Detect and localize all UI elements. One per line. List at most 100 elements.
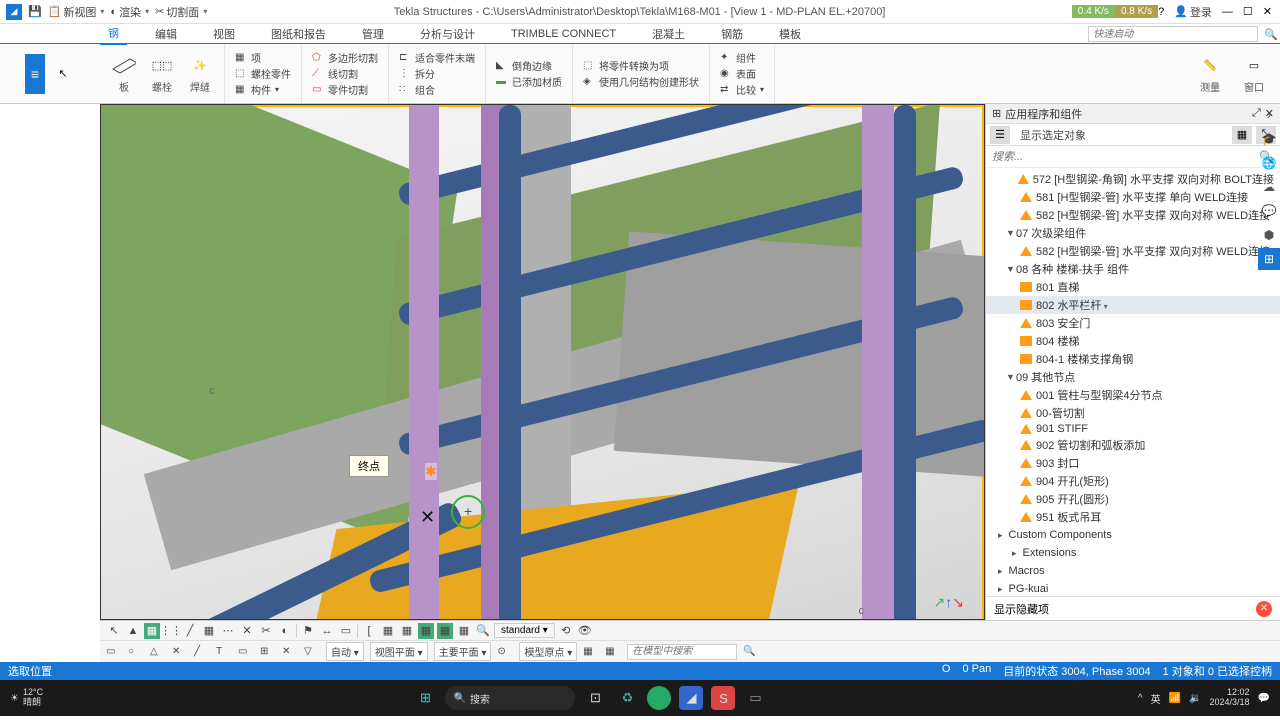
material-added-button[interactable]: ▬已添加材质 [496, 74, 562, 89]
tree-item[interactable]: 905 开孔(圆形) [986, 490, 1280, 508]
tree-item[interactable]: 00-管切割 [986, 404, 1280, 422]
component-button[interactable]: ✦组件 [720, 50, 764, 65]
tool-rect[interactable]: ▦ [144, 623, 160, 639]
bolt-part-button[interactable]: ⬚螺栓零件 [235, 66, 291, 81]
tray-clock[interactable]: 12:022024/3/18 [1210, 688, 1250, 708]
tree-item[interactable]: 804-1 楼梯支撑角钢 [986, 350, 1280, 368]
tool-grid[interactable]: ▦ [201, 623, 217, 639]
tree-item[interactable]: 804 楼梯 [986, 332, 1280, 350]
tool-more5[interactable]: ▦ [380, 623, 396, 639]
rail-chat-icon[interactable]: 💬 [1258, 200, 1280, 222]
tree-item[interactable]: 572 [H型钢梁-角钢] 水平支撑 双向对称 BOLT连接 [986, 170, 1280, 188]
convert-item-button[interactable]: ⬚将零件转换为项 [583, 58, 699, 73]
chamfer-button[interactable]: ◣倒角边缘 [496, 58, 562, 73]
weld-button[interactable]: ✨焊缝 [188, 54, 212, 94]
minimize-icon[interactable]: — [1222, 6, 1233, 18]
tool-more6[interactable]: ▦ [399, 623, 415, 639]
tool-more8[interactable]: ⟲ [558, 623, 574, 639]
tab-steel[interactable]: 钢 [100, 23, 127, 45]
show-selected-label[interactable]: 显示选定对象 [1014, 127, 1092, 143]
rail-globe-icon[interactable]: 🌐 [1258, 152, 1280, 174]
shape-more4[interactable]: ▽ [304, 646, 320, 657]
rail-components-icon[interactable]: ⊞ [1258, 248, 1280, 270]
tree-item[interactable]: 001 管柱与型钢梁4分节点 [986, 386, 1280, 404]
panel-search-input[interactable] [992, 151, 1259, 163]
tree-item[interactable]: ▼07 次级梁组件 [986, 224, 1280, 242]
tool-eye[interactable]: 👁 [577, 623, 593, 639]
fit-end-button[interactable]: ⊏适合零件末端 [399, 50, 475, 65]
measure-button[interactable]: 📏测量 [1198, 54, 1222, 94]
bolt-button[interactable]: ⬚⬚螺栓 [150, 54, 174, 94]
tool-more4[interactable]: ▭ [338, 623, 354, 639]
tray-volume-icon[interactable]: 🔉 [1189, 693, 1201, 704]
component-tree[interactable]: 572 [H型钢梁-角钢] 水平支撑 双向对称 BOLT连接581 [H型钢梁-… [986, 168, 1280, 596]
maximize-icon[interactable]: ☐ [1243, 5, 1253, 18]
tray-wifi-icon[interactable]: 📶 [1169, 693, 1181, 704]
split-button[interactable]: ⋮拆分 [399, 66, 475, 81]
surface-button[interactable]: ◉表面 [720, 66, 764, 81]
shape-more2[interactable]: ⊞ [260, 646, 276, 657]
viewport-3d[interactable]: 终点 ✱ ✕ c c ↗↑↘ [100, 104, 985, 620]
cursor-tool[interactable]: ↖ [51, 62, 75, 86]
grid-toggle2[interactable]: ▦ [605, 646, 621, 657]
tab-drawings[interactable]: 图纸和报告 [263, 24, 334, 44]
tool-tri[interactable]: ▲ [125, 623, 141, 639]
model-search-input[interactable] [627, 644, 737, 660]
quick-launch-input[interactable] [1088, 26, 1258, 42]
shape-more1[interactable]: ▭ [238, 646, 254, 657]
rail-expand-icon[interactable]: › [1258, 104, 1280, 126]
tab-concrete[interactable]: 混凝土 [644, 24, 693, 44]
rail-cube-icon[interactable]: ⬢ [1258, 224, 1280, 246]
tool-more7[interactable]: ▦ [456, 623, 472, 639]
tray-notification-icon[interactable]: 💬 [1258, 693, 1270, 704]
tray-up-icon[interactable]: ^ [1138, 693, 1143, 704]
tool-g2[interactable]: ▦ [437, 623, 453, 639]
tool-cursor[interactable]: ↖ [106, 623, 122, 639]
rail-learn-icon[interactable]: 🎓 [1258, 128, 1280, 150]
tool-x[interactable]: ✕ [239, 623, 255, 639]
grid-view-button[interactable]: ▦ [1232, 126, 1252, 144]
app-tekla[interactable]: ◢ [679, 686, 703, 710]
grid-toggle1[interactable]: ▦ [583, 646, 599, 657]
taskbar-search[interactable]: 🔍 搜索 [445, 686, 575, 710]
shape-circ[interactable]: ○ [128, 646, 144, 657]
plate-button[interactable]: 板 [112, 54, 136, 94]
tree-item[interactable]: ▼08 各种 楼梯-扶手 组件 [986, 260, 1280, 278]
tool-flag[interactable]: ⚑ [300, 623, 316, 639]
tree-item[interactable]: 904 开孔(矩形) [986, 472, 1280, 490]
polycut-button[interactable]: ⬠多边形切割 [312, 50, 378, 65]
app-generic[interactable]: ▭ [743, 686, 767, 710]
tree-category[interactable]: Custom Components [986, 526, 1280, 544]
linecut-button[interactable]: ⟋线切割 [312, 66, 378, 81]
tool-more1[interactable]: ⋯ [220, 623, 236, 639]
tool-dots[interactable]: ⋮⋮ [163, 623, 179, 639]
tree-category[interactable]: PG-kuai [986, 580, 1280, 596]
tree-item[interactable]: 802 水平栏杆 [986, 296, 1280, 314]
tree-item[interactable]: 903 封口 [986, 454, 1280, 472]
shape-tri[interactable]: △ [150, 646, 166, 657]
compare-button[interactable]: ⇄比较 ▾ [720, 82, 764, 97]
viewplane-dropdown[interactable]: 视图平面 ▾ [370, 642, 428, 661]
item-button[interactable]: ▦项 [235, 50, 291, 65]
tab-view[interactable]: 视图 [205, 24, 243, 44]
tree-item[interactable]: 902 管切割和弧板添加 [986, 436, 1280, 454]
show-hidden-label[interactable]: 显示隐藏项 [994, 601, 1049, 617]
task-view-icon[interactable]: ⊡ [583, 686, 607, 710]
assembly-button[interactable]: ▦构件 ▾ [235, 82, 291, 97]
tool-cut[interactable]: ✂ [258, 623, 274, 639]
tab-manage[interactable]: 管理 [354, 24, 392, 44]
tree-item[interactable]: ▼09 其他节点 [986, 368, 1280, 386]
tab-rebar[interactable]: 钢筋 [713, 24, 751, 44]
tab-edit[interactable]: 编辑 [147, 24, 185, 44]
shape-t[interactable]: T [216, 646, 232, 657]
hamburger-menu[interactable]: ≡ [25, 54, 45, 94]
combine-button[interactable]: ∷组合 [399, 82, 475, 97]
shape-line[interactable]: ╱ [194, 646, 210, 657]
section-menu[interactable]: ✂切割面 [155, 4, 207, 20]
auto-dropdown[interactable]: 自动 ▾ [326, 642, 364, 661]
shape-x[interactable]: ✕ [172, 646, 188, 657]
app-wechat[interactable] [647, 686, 671, 710]
tree-item[interactable]: 951 板式吊耳 [986, 508, 1280, 526]
shape-more3[interactable]: ✕ [282, 646, 298, 657]
tree-item[interactable]: 582 [H型钢梁-管] 水平支撑 双向对称 WELD连接 [986, 242, 1280, 260]
